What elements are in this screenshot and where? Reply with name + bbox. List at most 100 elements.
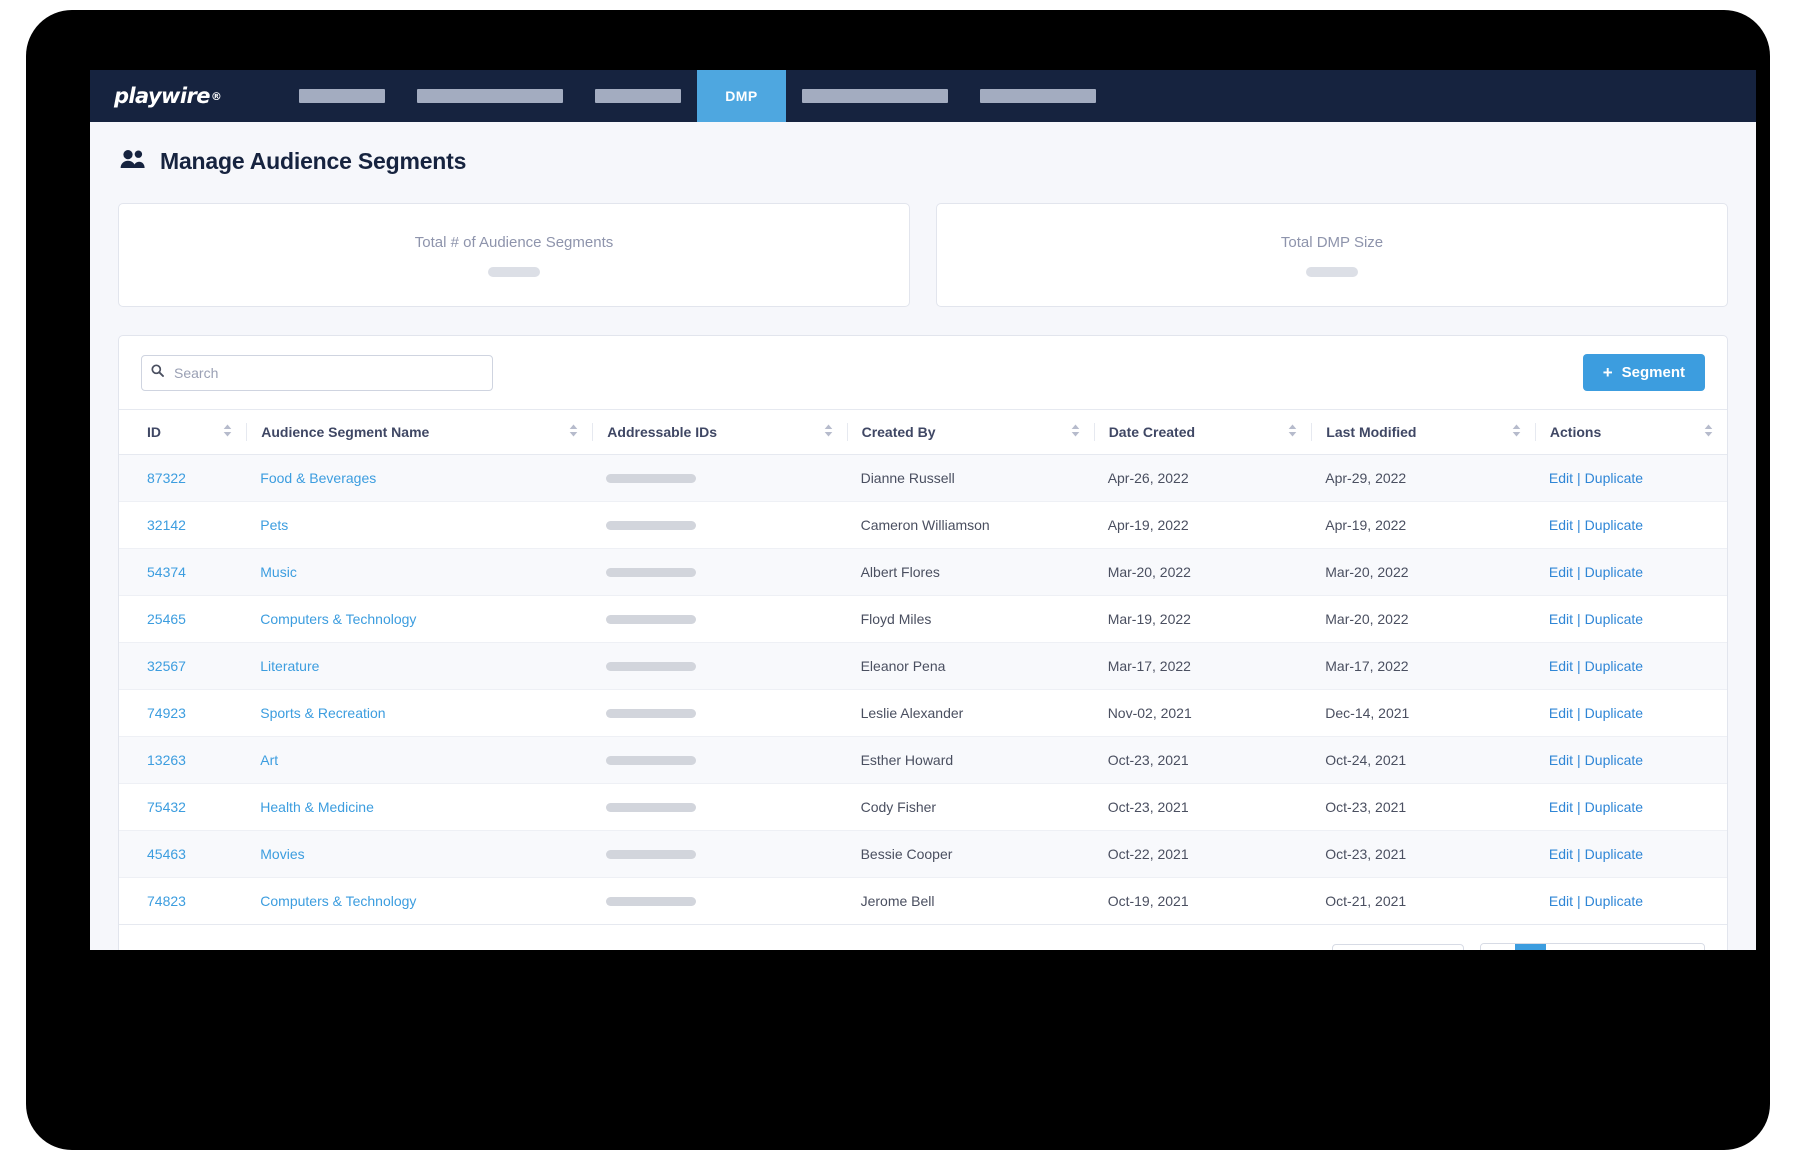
- pagination: ‹12345›: [1480, 943, 1705, 950]
- duplicate-link[interactable]: Duplicate: [1585, 564, 1643, 580]
- nav-placeholder-bar: [801, 89, 948, 103]
- column-header-created_by[interactable]: Created By: [846, 409, 1094, 455]
- column-header-addressable_ids[interactable]: Addressable IDs: [592, 409, 847, 455]
- pagination-prev[interactable]: ‹: [1481, 944, 1515, 950]
- cell-name: Health & Medicine: [246, 783, 593, 831]
- per-page-select[interactable]: 25 Per Page: [1332, 944, 1464, 950]
- cell-last-modified: Oct-24, 2021: [1311, 736, 1535, 784]
- duplicate-link[interactable]: Duplicate: [1585, 846, 1643, 862]
- segment-name-link[interactable]: Movies: [260, 846, 304, 862]
- sort-icon[interactable]: [1288, 424, 1297, 440]
- segment-name-link[interactable]: Computers & Technology: [260, 611, 416, 627]
- column-header-id[interactable]: ID: [119, 409, 247, 455]
- stat-cards-row: Total # of Audience Segments Total DMP Si…: [118, 203, 1728, 307]
- segment-id-link[interactable]: 75432: [147, 799, 186, 815]
- nav-placeholder-5[interactable]: [964, 70, 1112, 122]
- edit-link[interactable]: Edit: [1549, 470, 1573, 486]
- nav-placeholder-1[interactable]: [283, 70, 401, 122]
- edit-link[interactable]: Edit: [1549, 799, 1573, 815]
- add-segment-button[interactable]: + Segment: [1582, 354, 1705, 391]
- segment-name-link[interactable]: Pets: [260, 517, 288, 533]
- sort-icon[interactable]: [569, 424, 578, 440]
- pagination-page-3[interactable]: 3: [1577, 944, 1608, 950]
- action-separator: |: [1577, 658, 1581, 674]
- edit-link[interactable]: Edit: [1549, 658, 1573, 674]
- column-header-date_created[interactable]: Date Created: [1093, 409, 1312, 455]
- cell-addressable-ids: [592, 548, 847, 596]
- duplicate-link[interactable]: Duplicate: [1585, 470, 1643, 486]
- segment-id-link[interactable]: 74923: [147, 705, 186, 721]
- addressable-ids-placeholder: [606, 474, 697, 483]
- nav-placeholder-3[interactable]: [579, 70, 697, 122]
- segment-name-link[interactable]: Food & Beverages: [260, 470, 376, 486]
- table-body: 87322 Food & Beverages Dianne Russell Apr-2…: [119, 454, 1727, 924]
- edit-link[interactable]: Edit: [1549, 517, 1573, 533]
- edit-link[interactable]: Edit: [1549, 846, 1573, 862]
- cell-created-by: Dianne Russell: [846, 454, 1094, 502]
- segment-name-link[interactable]: Computers & Technology: [260, 893, 416, 909]
- sort-icon[interactable]: [1704, 424, 1713, 440]
- edit-link[interactable]: Edit: [1549, 752, 1573, 768]
- page-title: Manage Audience Segments: [160, 148, 467, 174]
- sort-icon[interactable]: [1512, 424, 1521, 440]
- column-header-label: Created By: [861, 424, 936, 440]
- segment-name-link[interactable]: Literature: [260, 658, 319, 674]
- segment-name-link[interactable]: Health & Medicine: [260, 799, 374, 815]
- table-row: 74923 Sports & Recreation Leslie Alexander…: [119, 689, 1727, 737]
- duplicate-link[interactable]: Duplicate: [1585, 658, 1643, 674]
- pagination-page-2[interactable]: 2: [1546, 944, 1577, 950]
- edit-link[interactable]: Edit: [1549, 705, 1573, 721]
- edit-link[interactable]: Edit: [1549, 611, 1573, 627]
- sort-icon[interactable]: [824, 424, 833, 440]
- nav-placeholder-2[interactable]: [401, 70, 579, 122]
- segment-id-link[interactable]: 32567: [147, 658, 186, 674]
- addressable-ids-placeholder: [606, 521, 697, 530]
- cell-created-by: Cody Fisher: [846, 783, 1094, 831]
- column-header-actions[interactable]: Actions: [1534, 409, 1727, 455]
- segment-id-link[interactable]: 54374: [147, 564, 186, 580]
- cell-actions: Edit | Duplicate: [1534, 454, 1727, 502]
- table-row: 87322 Food & Beverages Dianne Russell Apr-2…: [119, 454, 1727, 502]
- segment-name-link[interactable]: Sports & Recreation: [260, 705, 385, 721]
- pagination-page-5[interactable]: 5: [1639, 944, 1670, 950]
- segment-name-link[interactable]: Music: [260, 564, 297, 580]
- edit-link[interactable]: Edit: [1549, 564, 1573, 580]
- segment-id-link[interactable]: 74823: [147, 893, 186, 909]
- duplicate-link[interactable]: Duplicate: [1585, 611, 1643, 627]
- addressable-ids-placeholder: [606, 568, 697, 577]
- segment-id-link[interactable]: 87322: [147, 470, 186, 486]
- addressable-ids-placeholder: [606, 850, 697, 859]
- duplicate-link[interactable]: Duplicate: [1585, 517, 1643, 533]
- nav-dmp[interactable]: DMP: [697, 70, 786, 122]
- cell-addressable-ids: [592, 689, 847, 737]
- edit-link[interactable]: Edit: [1549, 893, 1573, 909]
- sort-icon[interactable]: [223, 424, 232, 440]
- segment-id-link[interactable]: 32142: [147, 517, 186, 533]
- playwire-logo[interactable]: playwire ®: [90, 70, 235, 122]
- column-header-name[interactable]: Audience Segment Name: [246, 409, 593, 455]
- cell-addressable-ids: [592, 783, 847, 831]
- cell-last-modified: Mar-20, 2022: [1311, 548, 1535, 596]
- cell-id: 87322: [119, 454, 247, 502]
- search-input[interactable]: [141, 354, 493, 391]
- segment-name-link[interactable]: Art: [260, 752, 278, 768]
- sort-icon[interactable]: [1071, 424, 1080, 440]
- nav-placeholder-4[interactable]: [786, 70, 964, 122]
- action-separator: |: [1577, 564, 1581, 580]
- pagination-page-1[interactable]: 1: [1515, 944, 1546, 950]
- pagination-page-4[interactable]: 4: [1608, 944, 1639, 950]
- duplicate-link[interactable]: Duplicate: [1585, 893, 1643, 909]
- segment-id-link[interactable]: 45463: [147, 846, 186, 862]
- duplicate-link[interactable]: Duplicate: [1585, 752, 1643, 768]
- duplicate-link[interactable]: Duplicate: [1585, 705, 1643, 721]
- cell-id: 13263: [119, 736, 247, 784]
- pagination-next[interactable]: ›: [1670, 944, 1704, 950]
- cell-id: 74923: [119, 689, 247, 737]
- segment-id-link[interactable]: 13263: [147, 752, 186, 768]
- nav-placeholder-bar: [979, 89, 1096, 103]
- column-header-last_modified[interactable]: Last Modified: [1311, 409, 1535, 455]
- segment-id-link[interactable]: 25465: [147, 611, 186, 627]
- table-row: 74823 Computers & Technology Jerome Bell Oc…: [119, 877, 1727, 924]
- table-row: 25465 Computers & Technology Floyd Miles Ma…: [119, 595, 1727, 643]
- duplicate-link[interactable]: Duplicate: [1585, 799, 1643, 815]
